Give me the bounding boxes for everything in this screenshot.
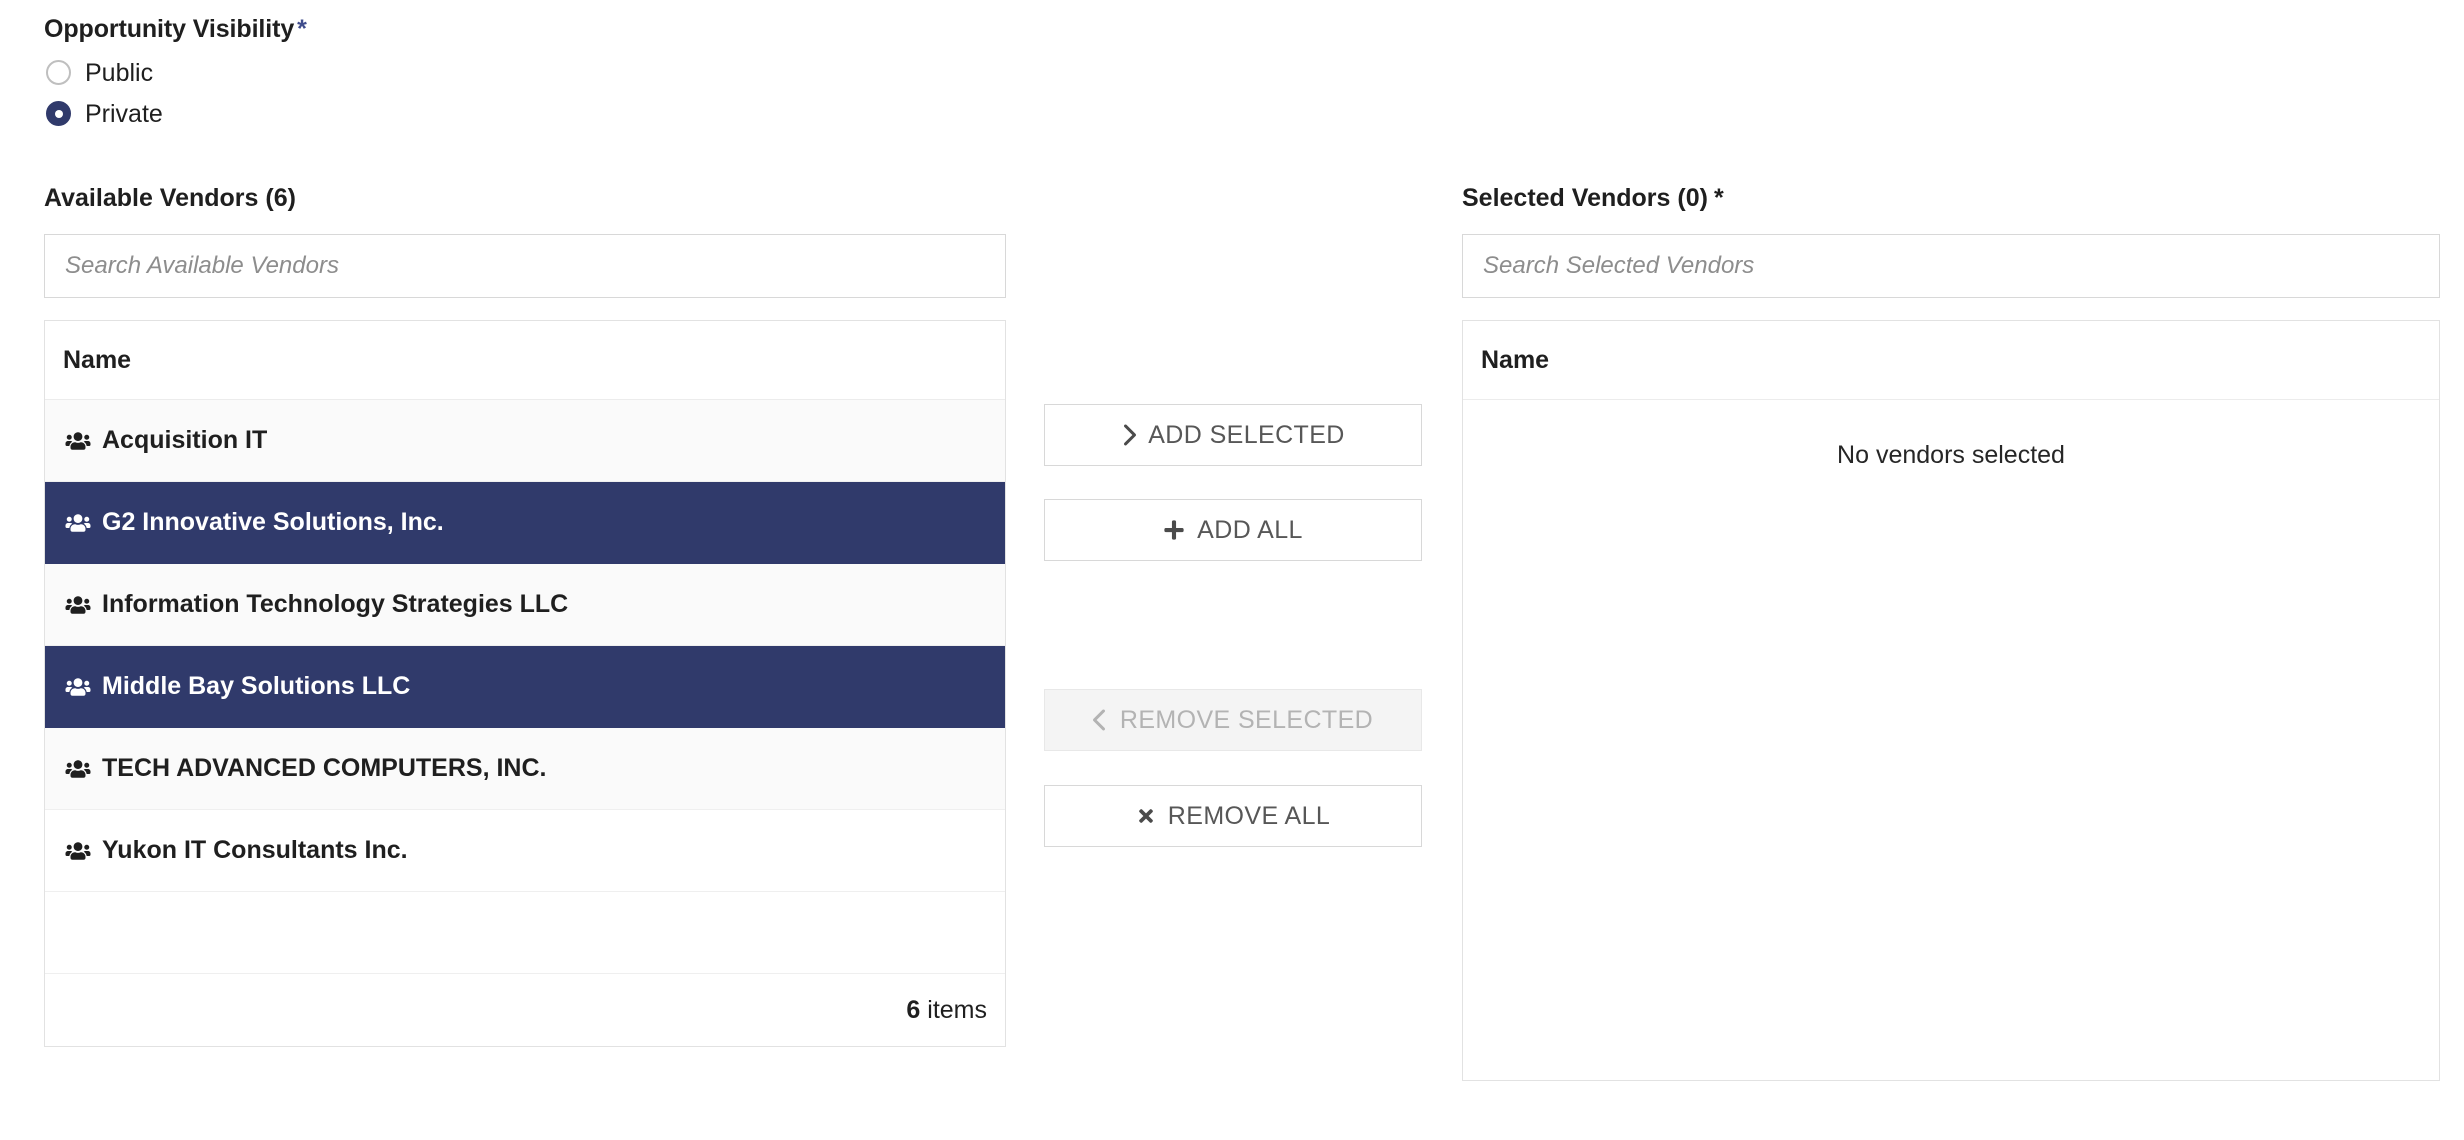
opportunity-visibility-label-text: Opportunity Visibility <box>44 15 295 43</box>
selected-vendors-table: Name No vendors selected <box>1462 320 2440 1081</box>
vendor-name: Middle Bay Solutions LLC <box>102 672 411 700</box>
users-icon <box>63 430 93 452</box>
vendor-name: Information Technology Strategies LLC <box>102 590 569 618</box>
available-vendors-title: Available Vendors (6) <box>44 184 296 212</box>
plus-icon <box>1163 519 1185 541</box>
available-table-footer: 6 items <box>45 974 1005 1046</box>
radio-option-public[interactable]: Public <box>46 52 944 93</box>
vendor-name: G2 Innovative Solutions, Inc. <box>102 508 444 536</box>
selected-empty-state: No vendors selected <box>1463 400 2439 1080</box>
add-all-button[interactable]: ADD ALL <box>1044 499 1422 561</box>
radio-private-label: Private <box>85 99 163 128</box>
selected-vendors-title: Selected Vendors (0) * <box>1462 183 2440 213</box>
table-row[interactable]: G2 Innovative Solutions, Inc. <box>45 482 1005 564</box>
vendor-name: TECH ADVANCED COMPUTERS, INC. <box>102 754 547 782</box>
opportunity-visibility-field: Opportunity Visibility * Public Private <box>44 14 944 134</box>
table-row[interactable]: Middle Bay Solutions LLC <box>45 646 1005 728</box>
required-asterisk-selected: * <box>1713 184 1724 212</box>
radio-public-control[interactable] <box>46 60 71 85</box>
table-row[interactable]: Yukon IT Consultants Inc. <box>45 810 1005 892</box>
users-icon <box>63 594 93 616</box>
radio-private-control[interactable] <box>46 101 71 126</box>
item-count-unit: items <box>927 995 987 1024</box>
users-icon <box>63 676 93 698</box>
add-all-label: ADD ALL <box>1197 515 1303 544</box>
radio-public-label: Public <box>85 58 154 87</box>
selected-vendors-panel: Selected Vendors (0)* Name No vendors se… <box>1462 183 2440 1081</box>
remove-selected-label: REMOVE SELECTED <box>1119 705 1374 734</box>
remove-all-label: REMOVE ALL <box>1167 801 1331 830</box>
users-icon <box>63 512 93 534</box>
selected-table-header: Name <box>1463 321 2439 400</box>
table-row-empty <box>45 892 1005 974</box>
vendor-name: Acquisition IT <box>102 426 268 454</box>
vendor-name: Yukon IT Consultants Inc. <box>102 836 408 864</box>
radio-option-private[interactable]: Private <box>46 93 944 134</box>
chevron-right-icon <box>1121 423 1137 447</box>
users-icon <box>63 840 93 862</box>
chevron-left-icon <box>1092 708 1108 732</box>
remove-all-button[interactable]: REMOVE ALL <box>1044 785 1422 847</box>
search-available-input[interactable] <box>63 251 987 281</box>
table-row[interactable]: Information Technology Strategies LLC <box>45 564 1005 646</box>
available-table-header: Name <box>45 321 1005 400</box>
selected-vendors-search[interactable] <box>1462 234 2440 298</box>
item-count: 6 items <box>906 996 987 1025</box>
item-count-number: 6 <box>906 995 921 1024</box>
add-selected-label: ADD SELECTED <box>1148 420 1345 449</box>
times-icon <box>1136 806 1156 826</box>
table-row[interactable]: Acquisition IT <box>45 400 1005 482</box>
add-selected-button[interactable]: ADD SELECTED <box>1044 404 1422 466</box>
selected-vendors-title-text: Selected Vendors (0) <box>1462 184 1708 212</box>
available-vendors-search[interactable] <box>44 234 1006 298</box>
available-column-name: Name <box>63 345 132 374</box>
selected-column-name: Name <box>1481 345 1550 374</box>
available-vendors-panel: Available Vendors (6) Name Acquisition I… <box>44 183 1006 1047</box>
vendor-picker-page: Opportunity Visibility * Public Private A… <box>0 0 2464 1140</box>
users-icon <box>63 758 93 780</box>
table-row[interactable]: TECH ADVANCED COMPUTERS, INC. <box>45 728 1005 810</box>
empty-message: No vendors selected <box>1837 441 2065 469</box>
search-selected-input[interactable] <box>1481 251 2421 281</box>
available-vendors-table: Name Acquisition IT G2 Innovative Soluti… <box>44 320 1006 1047</box>
remove-selected-button[interactable]: REMOVE SELECTED <box>1044 689 1422 751</box>
opportunity-visibility-label: Opportunity Visibility * <box>44 14 944 44</box>
required-asterisk: * <box>297 15 307 43</box>
